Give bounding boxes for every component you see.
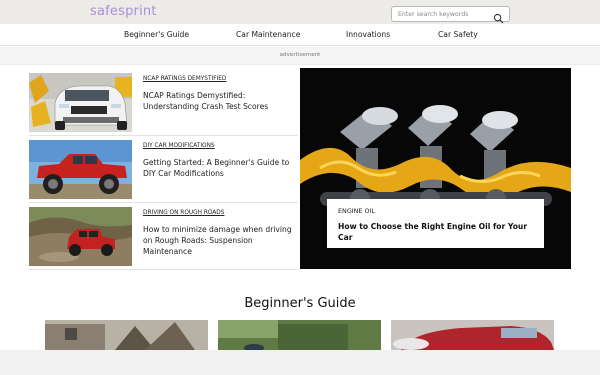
article-card[interactable]: DRIVING ON ROUGH ROADS How to minimize d… [29,207,298,267]
article-thumbnail-offroad-jeep[interactable] [29,207,132,266]
site-logo[interactable]: safesprint [90,4,157,19]
search-box[interactable] [391,6,510,24]
search-icon[interactable] [493,9,504,24]
main-nav: Beginner's Guide Car Maintenance Innovat… [0,24,600,46]
guide-card-image-garden[interactable] [218,320,381,350]
nav-item-car-safety[interactable]: Car Safety [438,30,478,39]
article-title[interactable]: NCAP Ratings Demystified: Understanding … [143,90,299,112]
article-thumbnail-suv-crash-test[interactable] [29,73,132,132]
featured-article-card[interactable]: ENGINE OIL How to Choose the Right Engin… [327,199,544,248]
nav-item-beginners-guide[interactable]: Beginner's Guide [124,30,189,39]
article-category-link[interactable]: DIY CAR MODIFICATIONS [143,143,215,149]
featured-article[interactable]: ENGINE OIL How to Choose the Right Engin… [300,68,571,269]
divider [29,269,298,270]
article-title[interactable]: How to minimize damage when driving on R… [143,224,299,257]
article-title[interactable]: Getting Started: A Beginner's Guide to D… [143,157,299,179]
article-category-link[interactable]: NCAP RATINGS DEMYSTIFIED [143,76,226,82]
article-card[interactable]: NCAP RATINGS DEMYSTIFIED NCAP Ratings De… [29,73,298,133]
ad-label: advertisement [279,52,321,58]
guide-card-image-red-car[interactable] [391,320,554,350]
featured-article-title[interactable]: How to Choose the Right Engine Oil for Y… [338,221,538,243]
featured-article-category[interactable]: ENGINE OIL [338,207,375,215]
article-thumbnail-red-truck[interactable] [29,140,132,199]
top-bar: safesprint [0,0,600,24]
nav-item-innovations[interactable]: Innovations [346,30,390,39]
guide-card-image-building[interactable] [45,320,208,350]
ad-banner: advertisement [0,47,600,65]
article-card[interactable]: DIY CAR MODIFICATIONS Getting Started: A… [29,140,298,200]
divider [29,202,298,203]
article-category-link[interactable]: DRIVING ON ROUGH ROADS [143,210,224,216]
bottom-bar [0,350,600,375]
search-input[interactable] [398,9,493,20]
divider [29,135,298,136]
section-title: Beginner's Guide [244,296,356,311]
nav-item-car-maintenance[interactable]: Car Maintenance [236,30,300,39]
